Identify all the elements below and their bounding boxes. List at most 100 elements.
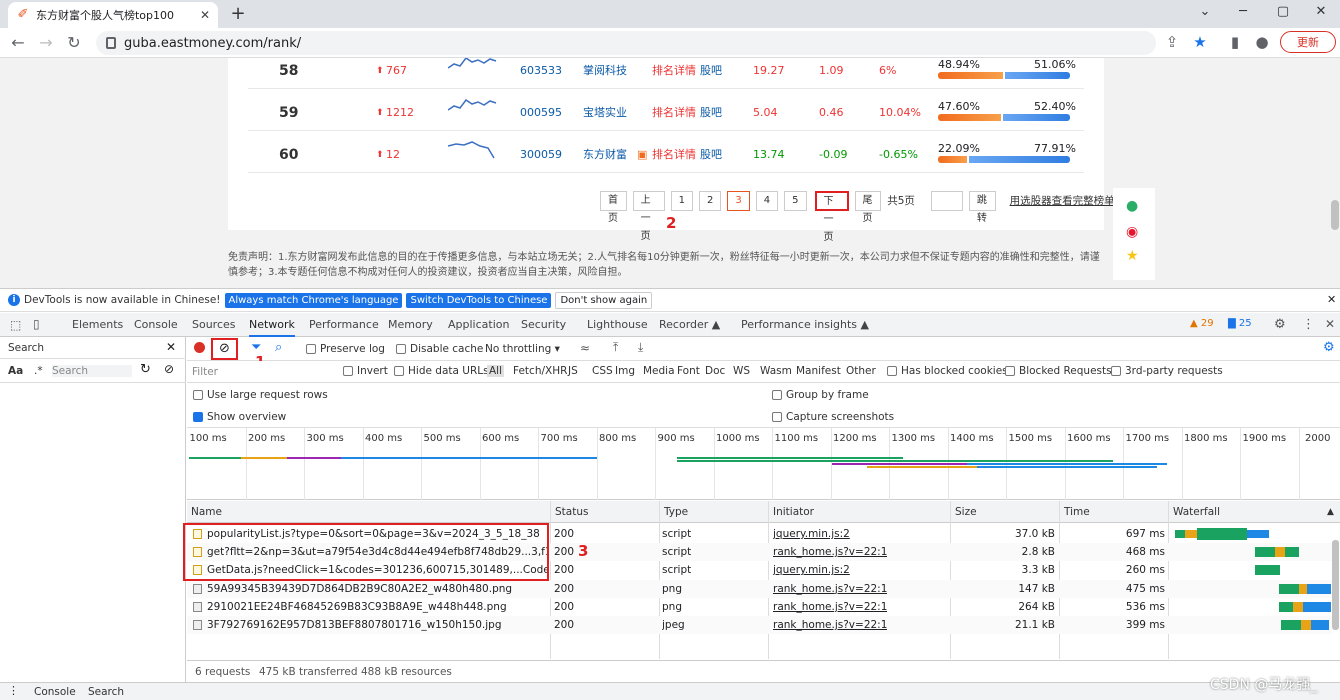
search-icon[interactable]: ⌕ bbox=[275, 340, 282, 355]
col-initiator[interactable]: Initiator bbox=[773, 501, 814, 523]
tab-application[interactable]: Application bbox=[448, 313, 509, 337]
last-page-button[interactable]: 尾页 bbox=[854, 191, 882, 224]
next-page-button[interactable]: 下一页 bbox=[814, 191, 849, 243]
stock-code[interactable]: 603533 bbox=[520, 58, 562, 100]
maximize-icon[interactable]: ▢ bbox=[1268, 4, 1298, 19]
import-har-icon[interactable]: ⤒ bbox=[613, 340, 618, 355]
close-icon[interactable]: ✕ bbox=[200, 8, 210, 22]
type-filter-img[interactable]: Img bbox=[615, 365, 635, 377]
forward-icon[interactable]: → bbox=[36, 33, 56, 52]
detail-link[interactable]: 排名详情 bbox=[652, 58, 696, 100]
stock-code[interactable]: 000595 bbox=[520, 100, 562, 142]
type-filter-doc[interactable]: Doc bbox=[705, 365, 725, 377]
invert-checkbox[interactable]: Invert bbox=[343, 365, 388, 377]
tab-performance-insights[interactable]: Performance insights ▲ bbox=[741, 313, 869, 337]
drawer-menu-icon[interactable]: ⋮ bbox=[8, 684, 19, 697]
guba-link[interactable]: 股吧 bbox=[700, 58, 722, 100]
reload-icon[interactable]: ↻ bbox=[64, 33, 84, 52]
page-4-button[interactable]: 4 bbox=[755, 191, 779, 211]
type-filter-all[interactable]: All bbox=[487, 365, 505, 377]
page-5-button[interactable]: 5 bbox=[784, 191, 807, 211]
stock-code[interactable]: 300059 bbox=[520, 142, 562, 184]
tab-recorder[interactable]: Recorder ▲ bbox=[659, 313, 720, 337]
back-icon[interactable]: ← bbox=[8, 33, 28, 52]
table-scrollbar[interactable] bbox=[1332, 540, 1339, 630]
request-name[interactable]: 3F792769162E957D813BEF8807801716_w150h15… bbox=[193, 616, 549, 634]
minimize-icon[interactable]: ─ bbox=[1228, 4, 1258, 19]
page-scrollbar[interactable] bbox=[1331, 200, 1339, 230]
window-close-icon[interactable]: ✕ bbox=[1306, 4, 1336, 19]
request-initiator[interactable]: rank_home.js?v=22:1 bbox=[773, 580, 887, 598]
show-overview-checkbox[interactable]: Show overview bbox=[193, 411, 286, 423]
stock-name[interactable]: 掌阅科技 bbox=[583, 58, 627, 100]
sort-up-icon[interactable]: ▲ bbox=[1327, 501, 1334, 523]
tab-console[interactable]: Console bbox=[134, 313, 178, 337]
regex-toggle[interactable]: .* bbox=[34, 365, 43, 377]
request-row[interactable]: 59A99345B39439D7D864DB2B9C80A2E2_w480h48… bbox=[187, 579, 1332, 598]
type-filter-font[interactable]: Font bbox=[677, 365, 700, 377]
drawer-tab-search[interactable]: Search bbox=[88, 686, 124, 698]
filter-input[interactable]: Filter bbox=[192, 366, 332, 378]
type-filter-ws[interactable]: WS bbox=[733, 365, 750, 377]
match-language-button[interactable]: Always match Chrome's language bbox=[224, 292, 403, 308]
wechat-icon[interactable]: ● bbox=[1126, 198, 1138, 214]
large-rows-checkbox[interactable]: Use large request rows bbox=[193, 389, 328, 401]
group-by-frame-checkbox[interactable]: Group by frame bbox=[772, 389, 869, 401]
search-panel-close-icon[interactable]: ✕ bbox=[166, 340, 176, 354]
third-party-checkbox[interactable]: 3rd-party requests bbox=[1111, 365, 1223, 377]
more-options-icon[interactable]: ⋮ bbox=[1302, 317, 1315, 332]
hide-data-urls-checkbox[interactable]: Hide data URLs bbox=[394, 365, 489, 377]
match-case-toggle[interactable]: Aa bbox=[8, 365, 23, 377]
request-initiator[interactable]: rank_home.js?v=22:1 bbox=[773, 616, 887, 634]
type-filter-media[interactable]: Media bbox=[643, 365, 675, 377]
type-filter-wasm[interactable]: Wasm bbox=[760, 365, 792, 377]
search-input[interactable]: Search bbox=[52, 365, 132, 377]
type-filter-other[interactable]: Other bbox=[846, 365, 876, 377]
blocked-requests-checkbox[interactable]: Blocked Requests bbox=[1005, 365, 1112, 377]
chevron-down-icon[interactable]: ⌄ bbox=[1190, 4, 1220, 19]
type-filter-manifest[interactable]: Manifest bbox=[796, 365, 841, 377]
tab-sources[interactable]: Sources bbox=[192, 313, 236, 337]
share-icon[interactable]: ⇪ bbox=[1162, 33, 1182, 51]
request-initiator[interactable]: rank_home.js?v=22:1 bbox=[773, 543, 887, 561]
warnings-badge[interactable]: ▲ 29 bbox=[1190, 318, 1214, 329]
record-icon[interactable] bbox=[194, 342, 205, 353]
request-initiator[interactable]: jquery.min.js:2 bbox=[773, 525, 850, 543]
detail-link[interactable]: 排名详情 bbox=[652, 142, 696, 184]
network-conditions-icon[interactable]: ≈ bbox=[580, 341, 590, 355]
request-initiator[interactable]: jquery.min.js:2 bbox=[773, 561, 850, 579]
request-name[interactable]: 2910021EE24BF46845269B83C93B8A9E_w448h44… bbox=[193, 598, 549, 616]
capture-screenshots-checkbox[interactable]: Capture screenshots bbox=[772, 411, 894, 423]
tab-lighthouse[interactable]: Lighthouse bbox=[587, 313, 648, 337]
request-row[interactable]: 3F792769162E957D813BEF8807801716_w150h15… bbox=[187, 616, 1332, 634]
request-name[interactable]: 59A99345B39439D7D864DB2B9C80A2E2_w480h48… bbox=[193, 580, 549, 598]
stock-name[interactable]: 宝塔实业 bbox=[583, 100, 627, 142]
timeline-overview[interactable]: 100 ms 200 ms 300 ms 400 ms 500 ms 600 ms 700 … bbox=[187, 428, 1340, 500]
throttling-select[interactable]: No throttling ▾ bbox=[485, 343, 560, 355]
go-button[interactable]: 跳转 bbox=[968, 191, 996, 224]
col-waterfall[interactable]: Waterfall bbox=[1173, 501, 1220, 523]
guba-link[interactable]: 股吧 bbox=[700, 100, 722, 142]
col-size[interactable]: Size bbox=[955, 501, 977, 523]
stock-name[interactable]: 东方财富 bbox=[583, 142, 627, 184]
filter-icon[interactable]: ⏷ bbox=[251, 340, 261, 355]
infobar-close-icon[interactable]: ✕ bbox=[1327, 293, 1336, 306]
omnibox[interactable]: guba.eastmoney.com/rank/ bbox=[96, 31, 1156, 55]
side-panel-icon[interactable]: ▮ bbox=[1225, 33, 1245, 51]
type-filter-css[interactable]: CSS bbox=[592, 365, 613, 377]
devtools-close-icon[interactable]: ✕ bbox=[1325, 317, 1335, 331]
prev-page-button[interactable]: 上一页 bbox=[632, 191, 665, 242]
settings-gear-icon[interactable]: ⚙ bbox=[1274, 317, 1286, 332]
page-3-button[interactable]: 3 bbox=[727, 191, 750, 211]
profile-icon[interactable]: ● bbox=[1252, 33, 1272, 51]
preserve-log-checkbox[interactable]: Preserve log bbox=[306, 343, 385, 355]
network-settings-icon[interactable]: ⚙ bbox=[1323, 340, 1335, 355]
bookmark-star-icon[interactable]: ★ bbox=[1190, 33, 1210, 51]
page-1-button[interactable]: 1 bbox=[670, 191, 694, 211]
tab-performance[interactable]: Performance bbox=[309, 313, 379, 337]
col-time[interactable]: Time bbox=[1064, 501, 1090, 523]
new-tab-icon[interactable]: + bbox=[228, 3, 248, 24]
detail-link[interactable]: 排名详情 bbox=[652, 100, 696, 142]
weibo-icon[interactable]: ◉ bbox=[1126, 224, 1138, 240]
col-name[interactable]: Name bbox=[191, 501, 222, 523]
